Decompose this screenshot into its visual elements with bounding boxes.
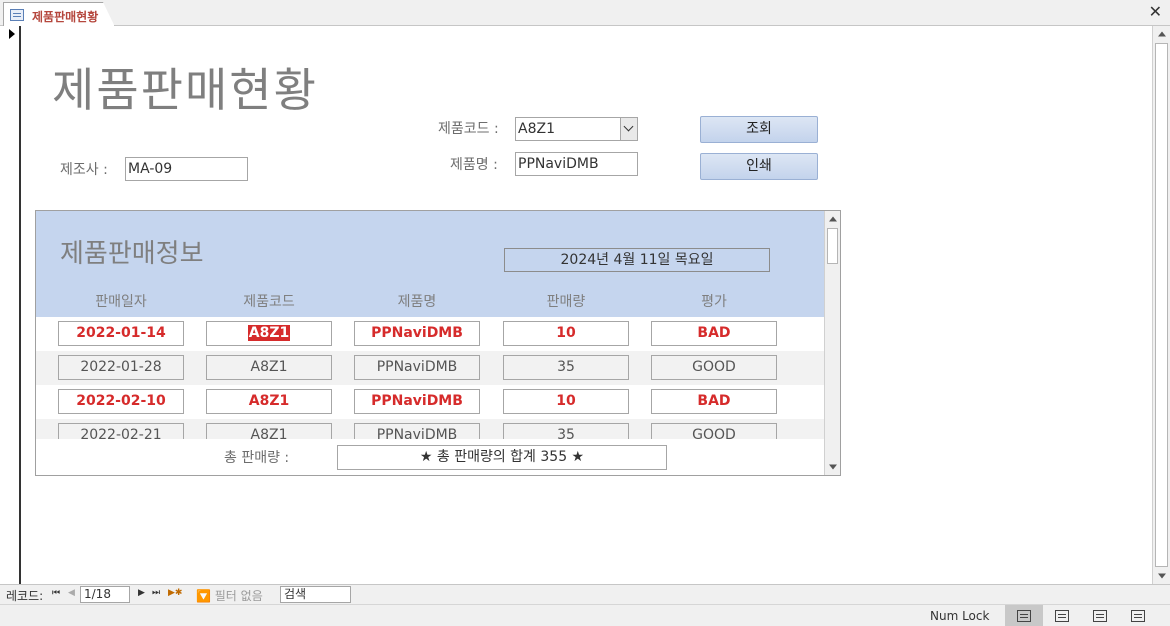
chevron-down-icon[interactable] xyxy=(620,118,637,140)
maker-field[interactable]: MA-09 xyxy=(125,157,248,181)
num-lock-indicator: Num Lock xyxy=(930,609,990,623)
first-record-icon[interactable]: ⏮ xyxy=(52,588,60,598)
filter-status[interactable]: 🔽 필터 없음 xyxy=(196,587,263,604)
record-label: 레코드: xyxy=(6,589,44,603)
cell-qty[interactable]: 10 xyxy=(503,389,629,414)
total-label: 총 판매량 : xyxy=(224,450,290,466)
subform-rows: 2022-01-14 A8Z1 PPNaviDMB 10 BAD 2022-01… xyxy=(36,317,824,439)
last-record-icon[interactable]: ⏭ xyxy=(152,588,160,598)
record-number-input[interactable]: 1/18 xyxy=(80,586,130,603)
cell-date[interactable]: 2022-01-14 xyxy=(58,321,184,346)
layout-view-icon xyxy=(1093,610,1107,622)
form-scrollbar[interactable] xyxy=(1152,26,1170,584)
product-name-label: 제품명 : xyxy=(450,157,498,173)
subform-footer: 총 판매량 : ★ 총 판매량의 합계 355 ★ xyxy=(36,439,824,475)
document-tab[interactable]: 제품판매현황 xyxy=(3,2,115,27)
form-icon xyxy=(10,9,24,21)
column-header-qty: 판매량 xyxy=(546,294,586,310)
current-record-arrow-icon xyxy=(9,29,15,39)
cell-name[interactable]: PPNaviDMB xyxy=(354,321,480,346)
cell-grade[interactable]: BAD xyxy=(651,321,777,346)
column-header-date: 판매일자 xyxy=(95,294,147,310)
scroll-up-icon[interactable] xyxy=(1153,26,1170,42)
table-row[interactable]: 2022-01-14 A8Z1 PPNaviDMB 10 BAD xyxy=(36,317,824,351)
table-row[interactable]: 2022-02-10 A8Z1 PPNaviDMB 10 BAD xyxy=(36,385,824,419)
form-view-icon xyxy=(1017,610,1031,622)
search-input[interactable]: 검색 xyxy=(280,586,351,603)
total-value: ★ 총 판매량의 합계 355 ★ xyxy=(337,445,667,470)
search-button[interactable]: 조회 xyxy=(700,116,818,143)
datasheet-view-icon xyxy=(1055,610,1069,622)
cell-date[interactable]: 2022-02-21 xyxy=(58,423,184,439)
record-navigation-bar: 레코드: ⏮ ◀ 1/18 ▶ ⏭ ▶✱ 🔽 필터 없음 검색 xyxy=(0,584,1170,604)
column-header-name: 제품명 xyxy=(397,294,437,310)
horizontal-scrollbar[interactable] xyxy=(356,587,1152,602)
cell-qty[interactable]: 35 xyxy=(503,355,629,380)
cell-grade[interactable]: BAD xyxy=(651,389,777,414)
next-record-icon[interactable]: ▶ xyxy=(138,588,145,598)
product-code-combo[interactable]: A8Z1 xyxy=(515,117,638,141)
document-tab-label: 제품판매현황 xyxy=(32,10,99,24)
cell-qty[interactable]: 35 xyxy=(503,423,629,439)
print-button[interactable]: 인쇄 xyxy=(700,153,818,180)
document-tab-strip: 제품판매현황 ✕ xyxy=(0,0,1170,27)
cell-name[interactable]: PPNaviDMB xyxy=(354,423,480,439)
cell-code[interactable]: A8Z1 xyxy=(206,389,332,414)
column-header-code: 제품코드 xyxy=(243,294,295,310)
subform-date: 2024년 4월 11일 목요일 xyxy=(504,248,770,272)
scroll-down-icon[interactable] xyxy=(825,459,840,475)
status-bar: Num Lock xyxy=(0,604,1170,626)
maker-label: 제조사 : xyxy=(60,162,108,178)
form-title: 제품판매현황 xyxy=(52,63,318,117)
subform-scrollbar[interactable] xyxy=(824,211,840,475)
cell-grade[interactable]: GOOD xyxy=(651,355,777,380)
cell-date[interactable]: 2022-02-10 xyxy=(58,389,184,414)
cell-name[interactable]: PPNaviDMB xyxy=(354,355,480,380)
product-code-label: 제품코드 : xyxy=(438,121,499,137)
design-view-button[interactable] xyxy=(1119,605,1157,626)
product-name-field[interactable]: PPNaviDMB xyxy=(515,152,638,176)
scroll-thumb[interactable] xyxy=(1155,43,1168,567)
cell-name[interactable]: PPNaviDMB xyxy=(354,389,480,414)
subform-title: 제품판매정보 xyxy=(60,239,204,269)
cell-qty[interactable]: 10 xyxy=(503,321,629,346)
product-code-value: A8Z1 xyxy=(518,121,555,137)
cell-code[interactable]: A8Z1 xyxy=(206,423,332,439)
cell-code[interactable]: A8Z1 xyxy=(206,355,332,380)
scroll-down-icon[interactable] xyxy=(1153,568,1170,584)
datasheet-view-button[interactable] xyxy=(1043,605,1081,626)
form-view-button[interactable] xyxy=(1005,605,1043,626)
sales-subform: 제품판매정보 2024년 4월 11일 목요일 판매일자 제품코드 제품명 판매… xyxy=(35,210,841,476)
column-header-grade: 평가 xyxy=(701,294,727,310)
scroll-thumb[interactable] xyxy=(827,228,838,264)
selected-text: A8Z1 xyxy=(247,325,291,341)
record-selector[interactable] xyxy=(0,26,21,584)
prev-record-icon[interactable]: ◀ xyxy=(68,588,75,598)
table-row[interactable]: 2022-01-28 A8Z1 PPNaviDMB 35 GOOD xyxy=(36,351,824,385)
layout-view-button[interactable] xyxy=(1081,605,1119,626)
cell-grade[interactable]: GOOD xyxy=(651,423,777,439)
product-name-value: PPNaviDMB xyxy=(518,156,599,172)
main-form: 제품판매현황 제품코드 : A8Z1 제품명 : PPNaviDMB 제조사 :… xyxy=(22,26,1152,584)
table-row[interactable]: 2022-02-21 A8Z1 PPNaviDMB 35 GOOD xyxy=(36,419,824,439)
design-view-icon xyxy=(1131,610,1145,622)
cell-date[interactable]: 2022-01-28 xyxy=(58,355,184,380)
access-window: 제품판매현황 ✕ 제품판매현황 제품코드 : A8Z1 제품명 : PPNavi… xyxy=(0,0,1170,626)
maker-value: MA-09 xyxy=(128,161,173,177)
cell-code[interactable]: A8Z1 xyxy=(206,321,332,346)
subform-header: 제품판매정보 2024년 4월 11일 목요일 판매일자 제품코드 제품명 판매… xyxy=(36,211,824,317)
close-icon[interactable]: ✕ xyxy=(1149,4,1162,20)
scroll-up-icon[interactable] xyxy=(825,211,840,227)
new-record-icon[interactable]: ▶✱ xyxy=(168,588,182,598)
